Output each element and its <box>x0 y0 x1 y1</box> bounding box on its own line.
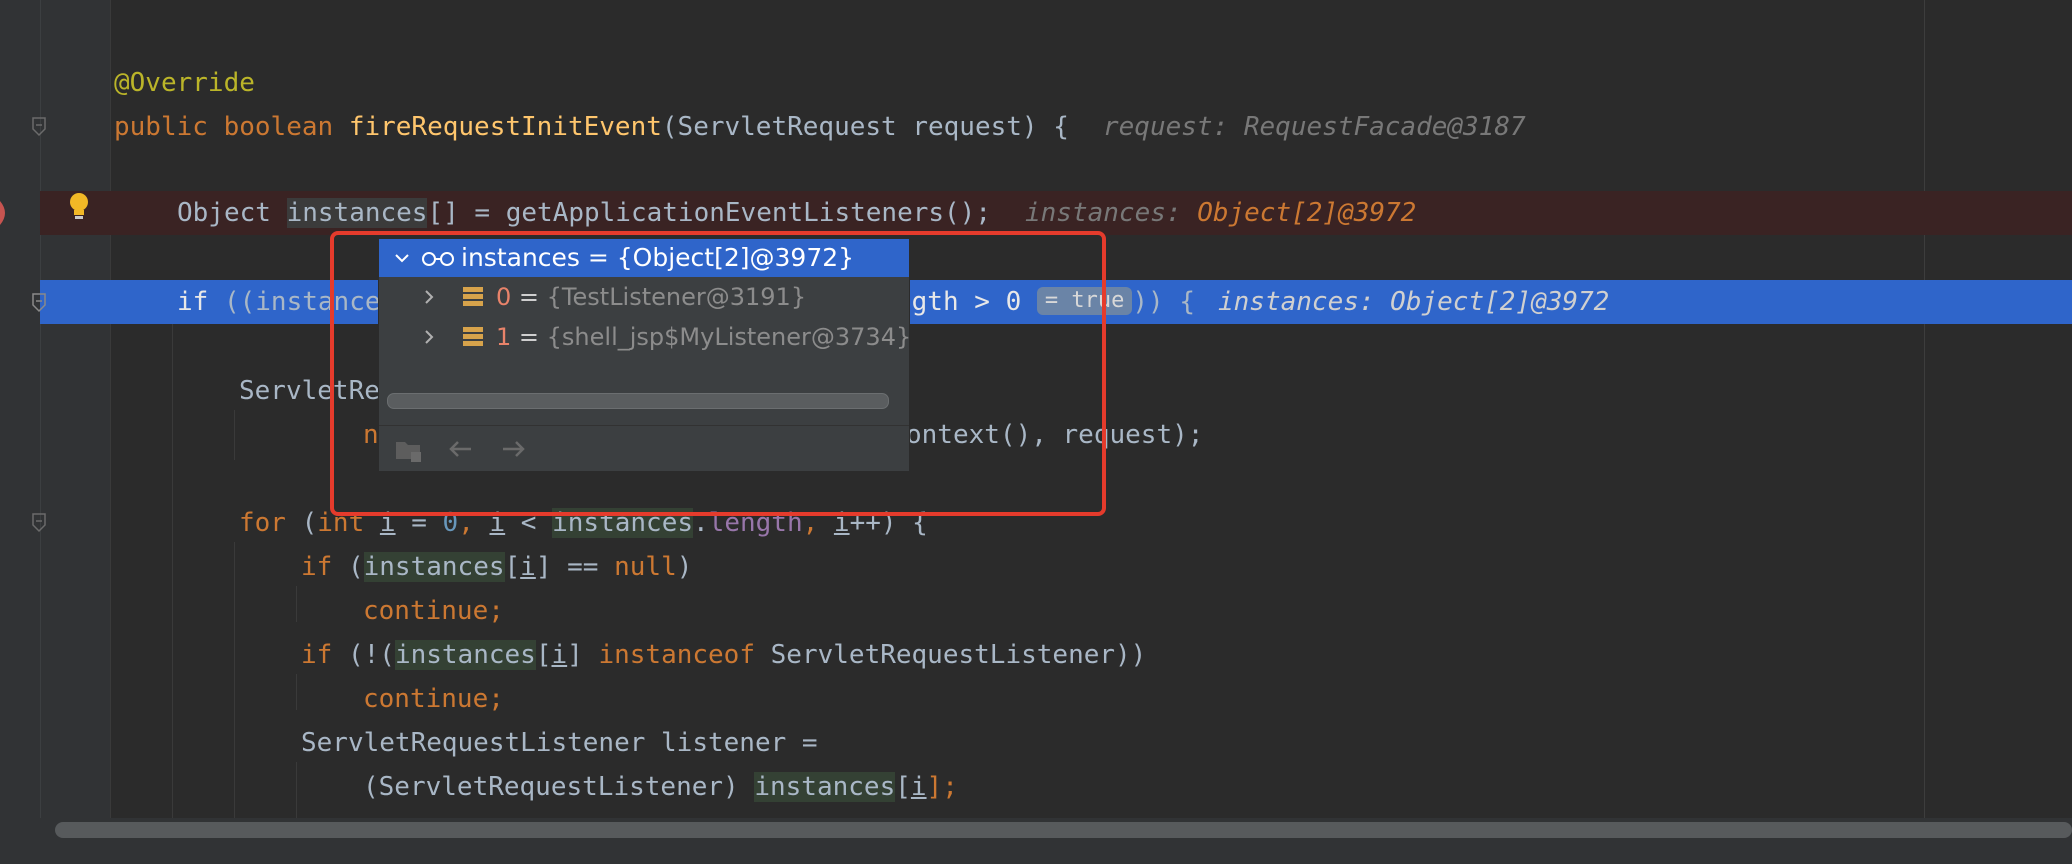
code-part: ( <box>332 552 364 582</box>
variable-highlight: instances <box>394 640 536 670</box>
keyword: if <box>301 640 333 670</box>
breakpoint-line[interactable]: Object instances[] = getApplicationEvent… <box>40 191 2072 235</box>
code-line[interactable]: ServletRequestListener listener = <box>0 721 2072 765</box>
breakpoint-icon[interactable] <box>0 199 10 227</box>
code-part: ] <box>567 640 599 670</box>
keyword: if <box>301 552 333 582</box>
code-part: (ServletRequestListener) <box>363 772 755 802</box>
code-line[interactable]: continue; <box>0 589 2072 633</box>
loop-variable: i <box>551 640 568 670</box>
method-name: fireRequestInitEvent <box>348 112 662 142</box>
code-line[interactable]: if (!(instances[i] instanceof ServletReq… <box>0 633 2072 677</box>
code-part: [ <box>504 552 521 582</box>
code-line[interactable]: continue; <box>0 677 2072 721</box>
fold-marker-icon[interactable] <box>31 117 47 137</box>
code-line[interactable]: if (instances[i] == null) <box>0 545 2072 589</box>
statement-part: )) { <box>1132 287 1195 317</box>
code-line[interactable]: (ServletRequestListener) instances[i]; <box>0 765 2072 809</box>
cast-statement: (ServletRequestListener) instances[i]; <box>363 765 958 809</box>
code-line[interactable]: public boolean fireRequestInitEvent(Serv… <box>0 105 2072 149</box>
code-part: ( <box>285 508 318 538</box>
if-statement: if (instances[i] == null) <box>301 545 692 589</box>
inline-debug-value[interactable]: request: RequestFacade@3187 <box>1103 105 1526 149</box>
keyword: instanceof <box>598 640 755 670</box>
variable-highlight: instances <box>286 198 428 228</box>
keyword: for <box>239 508 286 538</box>
variable-highlight: instances <box>363 552 505 582</box>
loop-variable: i <box>520 552 536 582</box>
inline-debug-value[interactable]: instances: Object[2]@3972 <box>1025 191 1416 235</box>
keyword: if <box>177 287 209 317</box>
loop-variable: i <box>910 772 927 802</box>
annotation-override: @Override <box>114 68 255 98</box>
method-signature: public boolean fireRequestInitEvent(Serv… <box>114 105 1069 149</box>
type-name: Object <box>177 198 287 228</box>
code-text: ServletRequestListener listener = <box>301 728 818 758</box>
keyword: null <box>614 552 677 582</box>
lightbulb-icon[interactable] <box>68 192 90 222</box>
code-part: ]; <box>926 772 958 802</box>
keyword: boolean <box>223 112 334 142</box>
statement-rest: [] = getApplicationEventListeners(); <box>427 198 991 228</box>
inline-label: instances: <box>1025 198 1198 228</box>
keyword: continue; <box>363 596 504 626</box>
inline-debug-value[interactable]: instances: Object[2]@3972 <box>1218 280 1609 324</box>
variable-highlight: instances <box>754 772 896 802</box>
keyword: public <box>114 112 208 142</box>
fold-marker-icon[interactable] <box>31 513 47 533</box>
method-params: (ServletRequest request) { <box>661 112 1069 142</box>
code-part: ServletRequestListener)) <box>755 640 1147 670</box>
code-part: (!( <box>332 640 395 670</box>
code-part: [ <box>895 772 911 802</box>
highlight-annotation-box <box>330 231 1106 516</box>
code-part: [ <box>535 640 552 670</box>
code-line[interactable]: @Override <box>0 61 2072 105</box>
code-statement: Object instances[] = getApplicationEvent… <box>177 191 991 235</box>
fold-marker-icon[interactable] <box>31 293 47 313</box>
keyword: continue; <box>363 684 504 714</box>
code-part: ] == <box>535 552 615 582</box>
code-part: ) <box>676 552 693 582</box>
if-statement: if (!(instances[i] instanceof ServletReq… <box>301 633 1146 677</box>
inline-value: Object[2]@3972 <box>1197 198 1417 228</box>
editor-horizontal-scrollbar[interactable] <box>55 822 2072 838</box>
